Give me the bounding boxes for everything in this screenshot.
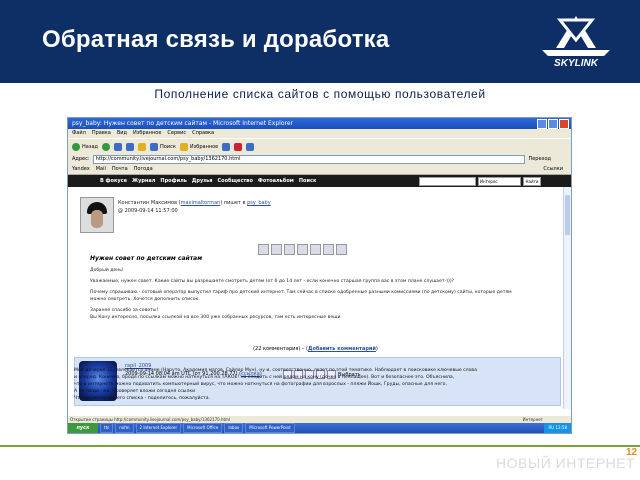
menu-view[interactable]: Вид bbox=[117, 129, 127, 138]
slide-subtitle: Пополнение списка сайтов с помощью польз… bbox=[154, 87, 486, 101]
task-item[interactable]: Microsoft Office bbox=[183, 423, 223, 433]
mail-icon[interactable] bbox=[234, 142, 243, 151]
menu-bar: Файл Правка Вид Избранное Сервис Справка bbox=[68, 129, 571, 138]
link-pochta[interactable]: Почта bbox=[112, 166, 128, 172]
back-button[interactable]: Назад bbox=[72, 142, 98, 151]
post-actions bbox=[258, 244, 347, 255]
task-item[interactable]: nofm bbox=[115, 423, 134, 433]
lj-search-button[interactable]: Найти bbox=[523, 177, 541, 186]
nav-search[interactable]: Поиск bbox=[299, 178, 316, 184]
lj-search-select[interactable]: Интерес bbox=[478, 177, 521, 186]
task-item[interactable]: tts bbox=[100, 423, 114, 433]
zone-label: Интернет bbox=[522, 417, 543, 422]
minimize-icon[interactable] bbox=[537, 119, 547, 129]
nav-community[interactable]: Сообщество bbox=[218, 178, 253, 184]
favorites-button[interactable]: Избранное bbox=[179, 142, 218, 151]
window-titlebar: psy_baby: Нужен совет по детским сайтам … bbox=[68, 118, 571, 129]
edit-icon[interactable] bbox=[310, 244, 321, 255]
nav-journal[interactable]: Журнал bbox=[132, 178, 155, 184]
print-icon[interactable] bbox=[246, 142, 255, 151]
window-controls bbox=[537, 119, 569, 129]
lj-search: Интерес Найти bbox=[419, 177, 541, 186]
add-comment-link[interactable]: Добавить комментарий bbox=[308, 346, 376, 352]
link-weather[interactable]: Погода bbox=[134, 166, 153, 172]
nav-friends[interactable]: Друзья bbox=[192, 178, 213, 184]
page-number: 12 bbox=[626, 447, 638, 458]
back-icon bbox=[72, 142, 80, 151]
page-scrollbar[interactable] bbox=[563, 187, 571, 409]
stop-icon[interactable] bbox=[114, 142, 123, 151]
favorite-icon[interactable] bbox=[271, 244, 282, 255]
slide-title: Обратная связь и доработка bbox=[42, 26, 390, 53]
menu-file[interactable]: Файл bbox=[72, 129, 86, 138]
forward-icon[interactable] bbox=[102, 142, 111, 151]
author-link[interactable]: maximaltorman bbox=[181, 200, 221, 206]
tags-icon[interactable] bbox=[297, 244, 308, 255]
close-icon[interactable] bbox=[559, 119, 569, 129]
menu-help[interactable]: Справка bbox=[192, 129, 214, 138]
address-bar: Адрес: http://community.livejournal.com/… bbox=[68, 154, 571, 164]
footer-text: НОВЫЙ ИНТЕРНЕТ bbox=[496, 455, 636, 471]
post-meta: Константин Максимов (maximaltorman) пише… bbox=[118, 200, 271, 214]
skylink-logo: SKYLINK bbox=[538, 12, 614, 74]
star-icon bbox=[179, 142, 188, 151]
links-bar: Yandex Mail Почта Погода Ссылки bbox=[68, 164, 571, 175]
comment-text: Мой дочерке 11, увлекается аниме (Наруто… bbox=[74, 368, 477, 401]
taskbar-clock: RU 13:58 bbox=[544, 423, 571, 433]
link-yandex[interactable]: Yandex bbox=[72, 166, 90, 172]
start-button[interactable]: пуск bbox=[68, 423, 98, 433]
prev-icon[interactable] bbox=[258, 244, 269, 255]
home-icon[interactable] bbox=[138, 142, 147, 151]
skylink-logo-icon bbox=[542, 16, 610, 56]
status-bar: Открытие страницы http://community.livej… bbox=[68, 416, 571, 423]
nav-profile[interactable]: Профиль bbox=[160, 178, 187, 184]
logo-text: SKYLINK bbox=[554, 58, 598, 69]
next-icon[interactable] bbox=[336, 244, 347, 255]
browser-toolbar: Назад Поиск Избранное bbox=[68, 138, 571, 154]
lj-search-input[interactable] bbox=[419, 177, 476, 186]
footer-divider bbox=[0, 445, 640, 447]
status-text: Открытие страницы http://community.livej… bbox=[70, 417, 231, 422]
taskbar: пуск tts nofm 2 Internet Explorer Micros… bbox=[68, 423, 571, 433]
window-title: psy_baby: Нужен совет по детским сайтам … bbox=[72, 120, 293, 127]
go-button[interactable]: Переход bbox=[528, 156, 551, 162]
link-mail[interactable]: Mail bbox=[96, 166, 106, 172]
livejournal-nav: В фокусе Журнал Профиль Друзья Сообществ… bbox=[68, 175, 571, 187]
browser-screenshot: psy_baby: Нужен совет по детским сайтам … bbox=[67, 117, 572, 434]
slide-header: Обратная связь и доработка SKYLINK bbox=[0, 0, 640, 83]
refresh-icon[interactable] bbox=[126, 142, 135, 151]
menu-tools[interactable]: Сервис bbox=[167, 129, 186, 138]
flag-icon[interactable] bbox=[323, 244, 334, 255]
nav-photos[interactable]: Фотоальбом bbox=[258, 178, 294, 184]
community-link[interactable]: psy_baby bbox=[247, 200, 271, 206]
links-label[interactable]: Ссылки bbox=[543, 166, 563, 172]
menu-favorites[interactable]: Избранное bbox=[133, 129, 161, 138]
maximize-icon[interactable] bbox=[548, 119, 558, 129]
memory-icon[interactable] bbox=[284, 244, 295, 255]
history-icon[interactable] bbox=[222, 142, 231, 151]
search-button[interactable]: Поиск bbox=[150, 142, 176, 151]
post-body: Добрый день! Уважаемые, нужен совет. Как… bbox=[90, 268, 512, 320]
nav-focus[interactable]: В фокусе bbox=[100, 178, 127, 184]
page-content: Константин Максимов (maximaltorman) пише… bbox=[68, 187, 571, 409]
scroll-thumb[interactable] bbox=[565, 195, 570, 235]
post-title: Нужен совет по детским сайтам bbox=[90, 255, 203, 262]
task-item[interactable]: Inbox bbox=[224, 423, 244, 433]
search-icon bbox=[150, 142, 159, 151]
task-item[interactable]: 2 Internet Explorer bbox=[135, 423, 182, 433]
author-avatar bbox=[80, 197, 114, 233]
menu-edit[interactable]: Правка bbox=[92, 129, 111, 138]
task-item[interactable]: Microsoft PowerPoint bbox=[245, 423, 295, 433]
address-input[interactable]: http://community.livejournal.com/psy_bab… bbox=[92, 154, 526, 164]
post-date: @ 2009-09-14 11:57:00 bbox=[118, 208, 178, 214]
address-label: Адрес: bbox=[72, 156, 90, 162]
comments-link-row: (22 комментария) – (Добавить комментарий… bbox=[253, 346, 378, 352]
